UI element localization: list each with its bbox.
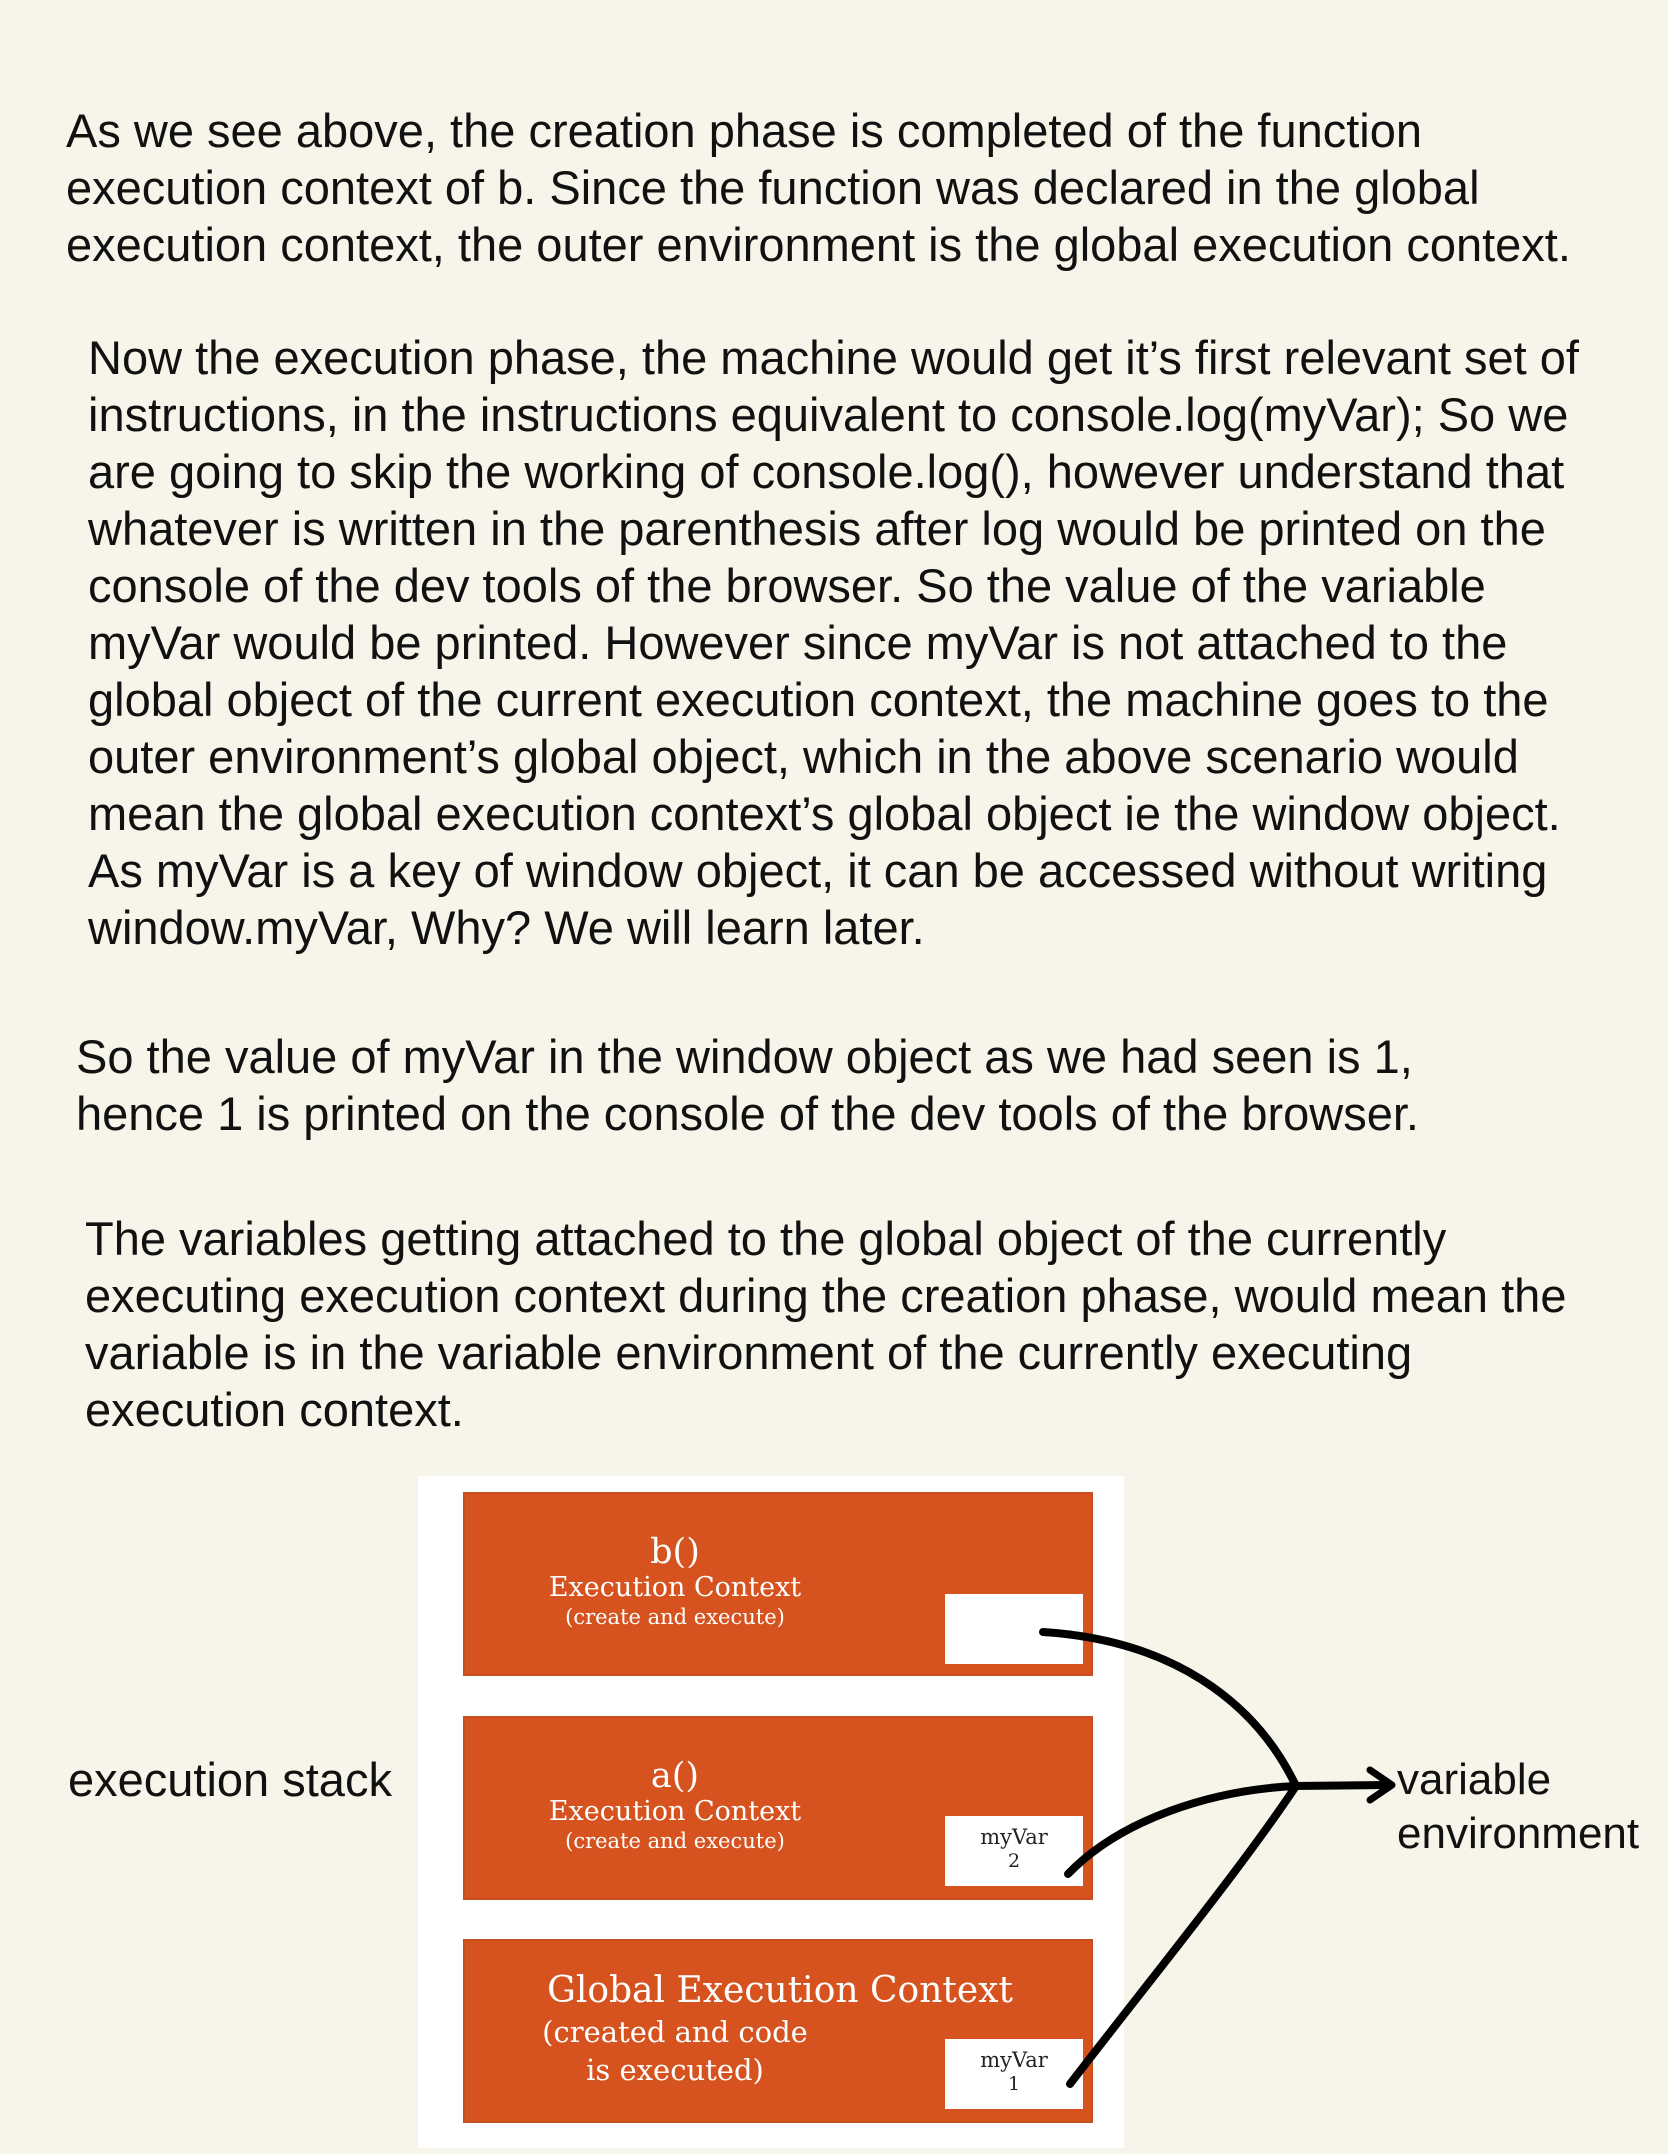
context-b-title: Execution Context xyxy=(548,1572,802,1603)
text-line: variable is in the variable environment … xyxy=(85,1326,1413,1379)
context-a: a() Execution Context (create and execut… xyxy=(463,1716,1093,1900)
text-line: window.myVar, Why? We will learn later. xyxy=(88,901,925,954)
context-a-subtitle: (create and execute) xyxy=(565,1829,785,1853)
text-line: whatever is written in the parenthesis a… xyxy=(88,502,1546,555)
text-line: As we see above, the creation phase is c… xyxy=(66,104,1423,157)
execution-stack-label: execution stack xyxy=(68,1753,392,1806)
text-line: global object of the current execution c… xyxy=(88,673,1549,726)
context-global-subtitle-line: (created and code xyxy=(542,2015,808,2049)
text-line: execution context, the outer environment… xyxy=(66,218,1571,271)
context-b-text: b() Execution Context (create and execut… xyxy=(465,1532,885,1630)
text-line: execution context. xyxy=(85,1383,464,1436)
execution-stack-diagram: b() Execution Context (create and execut… xyxy=(418,1476,1124,2148)
context-b-var-name xyxy=(945,1594,1083,1602)
context-b-name: b() xyxy=(650,1532,700,1572)
text-line: executing execution context during the c… xyxy=(85,1269,1567,1322)
paragraph-variable-environment: The variables getting attached to the gl… xyxy=(85,1210,1645,1438)
env-label-line: environment xyxy=(1397,1809,1640,1858)
text-line: As myVar is a key of window object, it c… xyxy=(88,844,1548,897)
context-b-subtitle: (create and execute) xyxy=(565,1605,785,1629)
context-a-variable-box: myVar 2 xyxy=(945,1816,1083,1886)
arrow-to-environment xyxy=(1290,1781,1392,1790)
paragraph-value-printed: So the value of myVar in the window obje… xyxy=(76,1028,1636,1142)
text-line: console of the dev tools of the browser.… xyxy=(88,559,1486,612)
context-global: Global Execution Context (created and co… xyxy=(463,1939,1093,2123)
context-global-var-value: 1 xyxy=(1007,2073,1021,2095)
paragraph-execution-phase: Now the execution phase, the machine wou… xyxy=(88,329,1648,956)
text-line: are going to skip the working of console… xyxy=(88,445,1565,498)
context-a-text: a() Execution Context (create and execut… xyxy=(465,1756,885,1854)
env-label-line: variable xyxy=(1397,1755,1552,1804)
text-line: hence 1 is printed on the console of the… xyxy=(76,1087,1419,1140)
context-a-title: Execution Context xyxy=(548,1796,802,1827)
context-a-name: a() xyxy=(650,1756,700,1796)
context-a-var-name: myVar xyxy=(980,1825,1048,1849)
text-line: execution context of b. Since the functi… xyxy=(66,161,1480,214)
text-line: The variables getting attached to the gl… xyxy=(85,1212,1447,1265)
context-b: b() Execution Context (create and execut… xyxy=(463,1492,1093,1676)
context-a-var-value: 2 xyxy=(1007,1850,1021,1872)
context-global-subtitle-line: is executed) xyxy=(586,2053,764,2087)
variable-environment-label: variable environment xyxy=(1397,1753,1639,1861)
context-b-variable-box xyxy=(945,1594,1083,1664)
text-line: myVar would be printed. However since my… xyxy=(88,616,1508,669)
text-line: mean the global execution context’s glob… xyxy=(88,787,1561,840)
paragraph-creation-phase: As we see above, the creation phase is c… xyxy=(66,102,1646,273)
text-line: Now the execution phase, the machine wou… xyxy=(88,331,1579,384)
context-global-var-name: myVar xyxy=(980,2048,1048,2072)
text-line: So the value of myVar in the window obje… xyxy=(76,1030,1413,1083)
context-global-variable-box: myVar 1 xyxy=(945,2039,1083,2109)
arrow-head-icon xyxy=(1366,1766,1396,1804)
text-line: instructions, in the instructions equiva… xyxy=(88,388,1569,441)
text-line: outer environment’s global object, which… xyxy=(88,730,1519,783)
context-global-title: Global Execution Context xyxy=(547,1970,1013,2011)
